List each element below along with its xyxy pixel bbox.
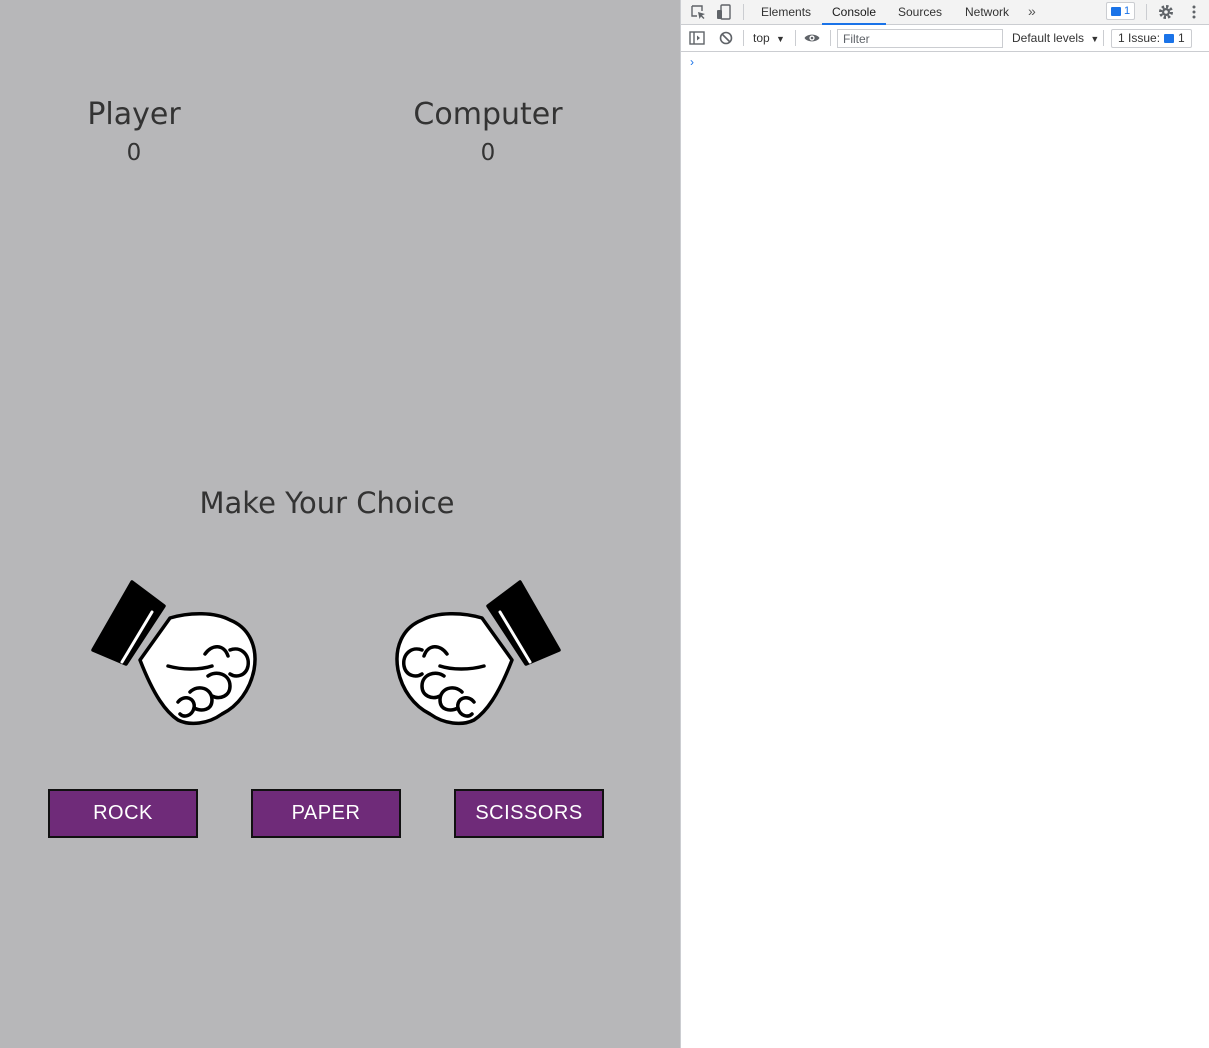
inspect-element-icon[interactable] bbox=[689, 3, 707, 21]
computer-label: Computer bbox=[413, 97, 563, 132]
tab-sources[interactable]: Sources bbox=[897, 0, 943, 24]
log-levels-select[interactable]: Default levels ▼ bbox=[1012, 29, 1099, 47]
player-score-block: Player 0 bbox=[54, 97, 214, 167]
device-toolbar-icon[interactable] bbox=[715, 3, 733, 21]
toolbar-divider bbox=[743, 30, 744, 46]
paper-button[interactable]: PAPER bbox=[251, 789, 401, 838]
messages-badge[interactable]: 1 bbox=[1106, 2, 1136, 20]
choice-prompt: Make Your Choice bbox=[199, 486, 455, 520]
console-prompt-chevron[interactable]: › bbox=[690, 55, 694, 69]
issues-count: 1 bbox=[1178, 31, 1185, 45]
computer-score-block: Computer 0 bbox=[400, 97, 576, 167]
tab-console[interactable]: Console bbox=[822, 0, 886, 25]
rock-button[interactable]: ROCK bbox=[48, 789, 198, 838]
game-area: Player 0 Computer 0 Make Your Choice ROC… bbox=[0, 0, 680, 1048]
context-select[interactable]: top ▼ bbox=[753, 29, 785, 47]
issues-label: 1 Issue: bbox=[1118, 31, 1161, 45]
toolbar-divider bbox=[1103, 30, 1104, 46]
toolbar-divider bbox=[1146, 4, 1147, 20]
fist-icon bbox=[395, 580, 561, 726]
dropdown-arrow-icon: ▼ bbox=[1090, 34, 1100, 44]
console-filter-input[interactable] bbox=[837, 29, 1003, 48]
more-tabs-icon[interactable]: » bbox=[1028, 0, 1036, 24]
sidebar-toggle-icon[interactable] bbox=[688, 29, 706, 47]
fist-icon bbox=[91, 580, 257, 726]
log-levels-value: Default levels bbox=[1012, 31, 1085, 45]
devtools-tab-bar: Elements Console Sources Network » 1 bbox=[681, 0, 1209, 25]
devtools-panel: Elements Console Sources Network » 1 top… bbox=[680, 0, 1209, 1048]
computer-hand bbox=[392, 578, 562, 730]
kebab-menu-icon[interactable] bbox=[1185, 3, 1203, 21]
message-icon bbox=[1164, 34, 1175, 43]
console-toolbar: top ▼ Default levels ▼ 1 Issue: 1 bbox=[681, 25, 1209, 52]
settings-gear-icon[interactable] bbox=[1157, 3, 1175, 21]
tab-elements[interactable]: Elements bbox=[761, 0, 811, 24]
tab-network[interactable]: Network bbox=[963, 0, 1011, 24]
toolbar-divider bbox=[830, 30, 831, 46]
messages-count: 1 bbox=[1124, 5, 1131, 17]
player-hand bbox=[90, 578, 260, 730]
toolbar-divider bbox=[743, 4, 744, 20]
page: Player 0 Computer 0 Make Your Choice ROC… bbox=[0, 0, 1209, 1048]
context-value: top bbox=[753, 31, 770, 45]
dropdown-arrow-icon: ▼ bbox=[776, 34, 785, 44]
clear-console-icon[interactable] bbox=[717, 29, 735, 47]
computer-score: 0 bbox=[480, 140, 496, 166]
issues-button[interactable]: 1 Issue: 1 bbox=[1111, 29, 1192, 48]
scissors-button[interactable]: SCISSORS bbox=[454, 789, 604, 838]
live-expression-eye-icon[interactable] bbox=[803, 29, 821, 47]
message-icon bbox=[1111, 6, 1121, 16]
toolbar-divider bbox=[795, 30, 796, 46]
player-score: 0 bbox=[126, 140, 142, 166]
player-label: Player bbox=[87, 97, 181, 132]
